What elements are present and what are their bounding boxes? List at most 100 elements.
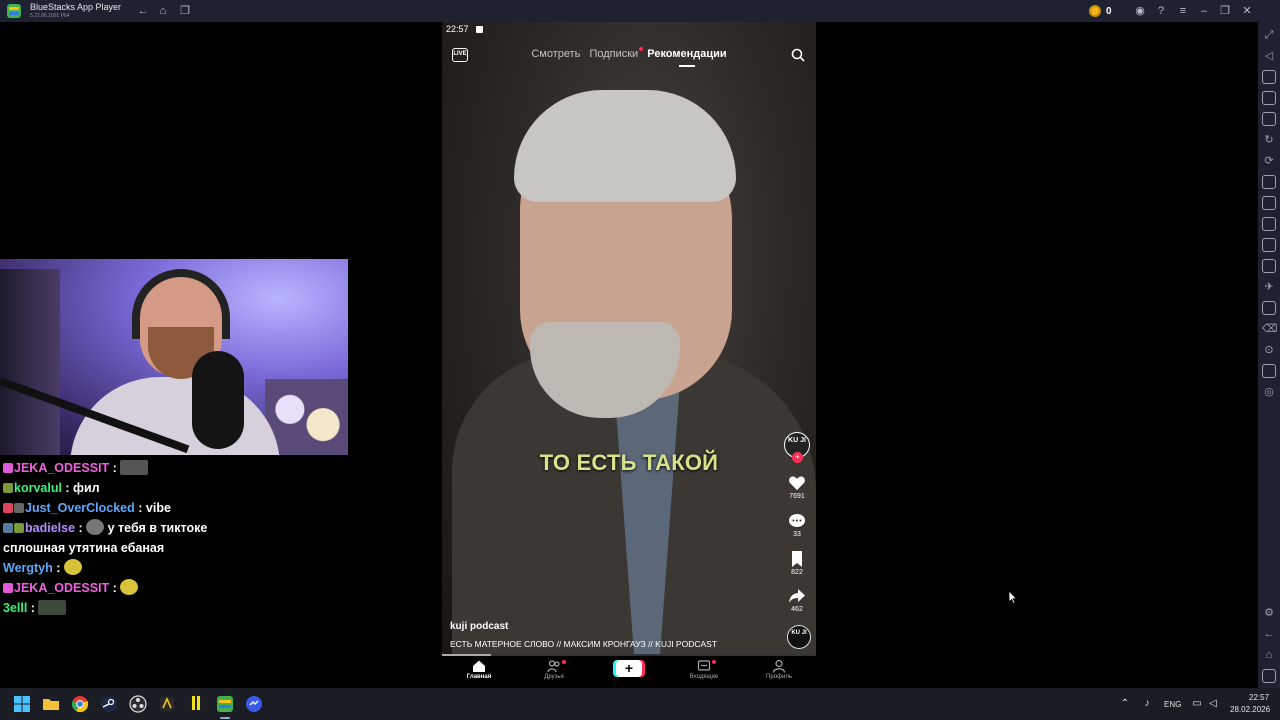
close-icon[interactable]: ✕ (1240, 4, 1254, 18)
like-count: 7691 (789, 493, 805, 500)
search-icon[interactable] (791, 48, 805, 62)
video-description[interactable]: ЕСТЬ МАТЕРНОЕ СЛОВО // МАКСИМ КРОНГАУЗ /… (450, 639, 717, 649)
steam-icon[interactable] (99, 694, 119, 714)
windows-taskbar: ⌃ ♪ ENG ▭ ◁ 22:57 28.02.2026 (0, 688, 1280, 720)
share-arrow-icon (789, 589, 805, 603)
bottom-nav: Главная Друзья + Входящие Профиль (442, 656, 816, 688)
fullscreen-icon[interactable]: ⤢ (1262, 28, 1276, 42)
clock-time[interactable]: 22:57 (1249, 693, 1269, 702)
menu-icon[interactable]: ≡ (1176, 4, 1190, 18)
shake-icon[interactable]: ◎ (1262, 385, 1276, 399)
minimize-icon[interactable]: – (1197, 4, 1211, 18)
airplane-icon[interactable]: ✈ (1262, 280, 1276, 294)
record-icon[interactable] (1262, 238, 1276, 252)
bluestacks-taskbar-icon[interactable] (215, 694, 235, 714)
microphone-icon[interactable]: ♪ (1140, 697, 1154, 711)
screenshot-icon[interactable] (1262, 217, 1276, 231)
chat-message: Wergtyh : (0, 558, 348, 578)
eco-mode-icon[interactable] (1262, 196, 1276, 210)
coin-count: 0 (1106, 5, 1112, 17)
like-button[interactable]: 7691 (780, 474, 814, 500)
music-disc[interactable]: KU JI (787, 625, 811, 649)
chat-username: JEKA_ODESSIT (14, 581, 110, 595)
help-icon[interactable]: ? (1154, 4, 1168, 18)
follow-plus-icon[interactable]: + (792, 452, 803, 463)
notification-dot (712, 660, 716, 664)
bookmark-count: 822 (791, 569, 803, 576)
screen-icon[interactable] (1262, 70, 1276, 84)
status-bar-time: 22:57 (446, 24, 469, 34)
android-recents-icon[interactable] (1262, 669, 1276, 683)
speaker-icon[interactable]: ◁ (1206, 697, 1220, 711)
webcam-plush-toys (265, 379, 348, 455)
maximize-icon[interactable]: ❐ (1218, 4, 1232, 18)
tiktok-screen[interactable]: 22:57 LIVE Смотреть Подписки Рекомендаци… (442, 22, 816, 688)
nav-profile[interactable]: Профиль (749, 656, 809, 680)
gamepad-icon[interactable] (1262, 112, 1276, 126)
clock-date[interactable]: 28.02.2026 (1230, 705, 1270, 714)
volume-icon[interactable]: ◁ (1262, 49, 1276, 63)
settings-icon[interactable]: ⚙ (1262, 606, 1276, 620)
chat-message: badielse : у тебя в тиктоке (0, 518, 348, 538)
chat-emote-icon (120, 460, 149, 475)
location-icon[interactable]: ⊙ (1262, 343, 1276, 357)
creator-name[interactable]: kuji podcast (450, 621, 508, 632)
app-tray-icon[interactable] (157, 694, 177, 714)
obs-icon[interactable] (128, 694, 148, 714)
bookmark-button[interactable]: 822 (780, 550, 814, 576)
input-language[interactable]: ENG (1164, 700, 1181, 709)
erase-icon[interactable]: ⌫ (1262, 322, 1278, 336)
coin-balance[interactable]: 0 (1089, 3, 1112, 19)
tab-following[interactable]: Подписки (589, 47, 644, 60)
network-icon[interactable]: ▭ (1190, 697, 1204, 711)
nav-friends[interactable]: Друзья (524, 656, 584, 680)
app-version: 5.22.86.1001 P64 (30, 13, 70, 19)
tab-for-you-label: Рекомендации (647, 48, 727, 60)
media-folder-icon[interactable] (1262, 259, 1276, 273)
tab-active-indicator (678, 65, 695, 67)
create-button[interactable]: + (616, 660, 642, 677)
friends-icon (547, 660, 560, 673)
chat-emote-icon (86, 519, 105, 535)
chat-badge-icon (3, 483, 13, 493)
rotate-icon[interactable]: ↻ (1262, 133, 1276, 147)
chat-badge-icon (3, 463, 13, 473)
tab-watch[interactable]: Смотреть (531, 48, 580, 60)
tray-expand-icon[interactable]: ⌃ (1118, 697, 1132, 711)
nav-home[interactable]: Главная (449, 656, 509, 680)
windows-start-icon[interactable] (12, 694, 32, 714)
keyboard-icon[interactable] (1262, 91, 1276, 105)
tab-for-you[interactable]: Рекомендации (647, 48, 727, 67)
sync-icon[interactable]: ⟳ (1262, 154, 1276, 168)
video-caption: ТО ЕСТЬ ТАКОЙ (539, 450, 719, 475)
home-icon[interactable]: ⌂ (156, 4, 170, 18)
chat-username: Wergtyh (3, 561, 53, 575)
power-tool-icon[interactable] (186, 694, 206, 714)
file-explorer-icon[interactable] (41, 694, 61, 714)
nav-inbox[interactable]: Входящие (674, 656, 734, 680)
macro-icon[interactable] (1262, 175, 1276, 189)
bookmark-icon (792, 551, 802, 567)
notification-dot (639, 47, 644, 51)
apk-install-icon[interactable] (1262, 301, 1276, 315)
app-title: BlueStacks App Player (30, 2, 122, 12)
android-back-icon[interactable]: ← (1262, 627, 1276, 641)
nav-profile-label: Профиль (766, 674, 792, 680)
chat-message: JEKA_ODESSIT : (0, 458, 348, 478)
bluestacks-titlebar: BlueStacks App Player 5.22.86.1001 P64 ←… (0, 0, 1280, 22)
feed-tabs: Смотреть Подписки Рекомендации (442, 47, 816, 67)
chat-badge-icon (3, 503, 13, 513)
account-icon[interactable]: ◉ (1133, 4, 1147, 18)
messenger-icon[interactable] (244, 694, 264, 714)
android-home-icon[interactable]: ⌂ (1262, 648, 1276, 662)
layers-icon[interactable] (1262, 364, 1276, 378)
bluestacks-logo-icon (7, 4, 21, 18)
nav-friends-label: Друзья (544, 674, 564, 680)
recent-apps-icon[interactable]: ❐ (178, 4, 192, 18)
back-icon[interactable]: ← (136, 4, 150, 18)
chrome-icon[interactable] (70, 694, 90, 714)
comment-button[interactable]: 33 (780, 512, 814, 538)
share-button[interactable]: 462 (780, 587, 814, 613)
chat-message: Just_OverClocked : vibe (0, 498, 348, 518)
bluestacks-sidebar: ⤢ ◁ ↻ ⟳ ✈ ⌫ ⊙ ◎ ⚙ ← ⌂ (1258, 22, 1280, 688)
